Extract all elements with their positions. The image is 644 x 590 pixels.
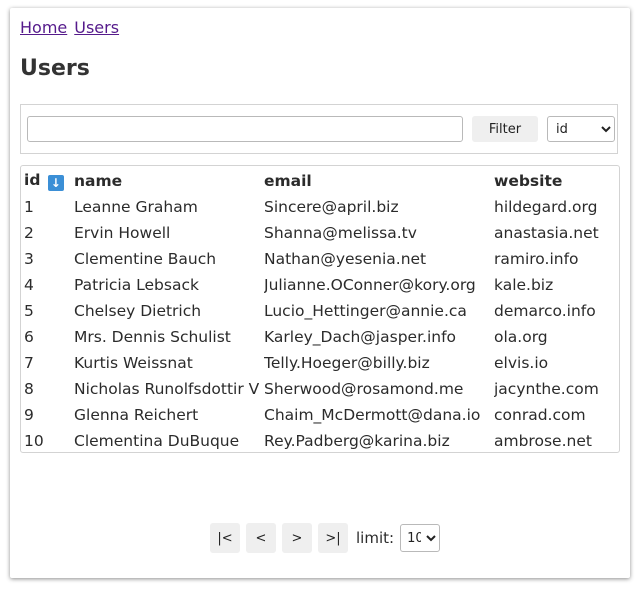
table-row: 6 Mrs. Dennis Schulist Karley_Dach@jasper.… [24,324,614,350]
cell-email: Telly.Hoeger@billy.biz [264,354,430,372]
table-header-row: id ↓ name email website [24,168,614,194]
prev-page-button[interactable]: < [246,523,276,553]
cell-id: 3 [24,250,34,268]
table-row: 3 Clementine Bauch Nathan@yesenia.net ramir… [24,246,614,272]
cell-website: kale.biz [494,276,554,294]
table-row: 1 Leanne Graham Sincere@april.biz hildegard… [24,194,614,220]
breadcrumb-home-link[interactable]: Home [20,18,67,37]
cell-email: Sincere@april.biz [264,198,399,216]
page-title: Users [20,56,90,81]
table-body: 1 Leanne Graham Sincere@april.biz hildegard… [24,194,614,454]
cell-website: demarco.info [494,302,596,320]
table-row: 9 Glenna Reichert Chaim_McDermott@dana.io c… [24,402,614,428]
cell-website: ramiro.info [494,250,579,268]
pagination: |< < > >| limit: 10 [210,523,441,553]
table-row: 8 Nicholas Runolfsdottir V Sherwood@rosamo… [24,376,614,402]
table-row: 7 Kurtis Weissnat Telly.Hoeger@billy.biz el… [24,350,614,376]
cell-id: 6 [24,328,34,346]
cell-id: 10 [24,432,44,450]
cell-name: Patricia Lebsack [74,276,199,294]
cell-name: Kurtis Weissnat [74,354,193,372]
cell-website: anastasia.net [494,224,599,242]
users-table-container: id ↓ name email website 1 Leanne Graham Si… [20,165,620,453]
cell-name: Nicholas Runolfsdottir V [74,380,260,398]
limit-label: limit: [356,529,395,547]
cell-website: conrad.com [494,406,586,424]
cell-email: Nathan@yesenia.net [264,250,427,268]
cell-id: 2 [24,224,34,242]
cell-name: Ervin Howell [74,224,171,242]
cell-id: 1 [24,198,34,216]
table-row: 10 Clementina DuBuque Rey.Padberg@karina.b… [24,428,614,454]
next-page-button[interactable]: > [282,523,312,553]
cell-name: Chelsey Dietrich [74,302,202,320]
column-header-email[interactable]: email [264,168,494,194]
breadcrumb: Home Users [20,18,126,37]
cell-name: Mrs. Dennis Schulist [74,328,231,346]
cell-website: elvis.io [494,354,549,372]
column-header-id[interactable]: id ↓ [24,168,74,194]
cell-id: 7 [24,354,34,372]
filter-field-select[interactable]: id [547,116,615,142]
cell-email: Chaim_McDermott@dana.io [264,406,481,424]
cell-id: 9 [24,406,34,424]
column-header-website[interactable]: website [494,168,614,194]
filter-button[interactable]: Filter [472,116,538,142]
cell-website: ola.org [494,328,548,346]
column-header-name[interactable]: name [74,168,264,194]
filter-input[interactable] [27,116,463,142]
cell-id: 5 [24,302,34,320]
cell-email: Sherwood@rosamond.me [264,380,464,398]
cell-name: Glenna Reichert [74,406,199,424]
table-row: 2 Ervin Howell Shanna@melissa.tv anastasia.… [24,220,614,246]
last-page-button[interactable]: >| [318,523,348,553]
cell-website: jacynthe.com [494,380,599,398]
cell-name: Leanne Graham [74,198,198,216]
cell-email: Lucio_Hettinger@annie.ca [264,302,467,320]
cell-website: ambrose.net [494,432,592,450]
cell-id: 8 [24,380,34,398]
cell-email: Rey.Padberg@karina.biz [264,432,450,450]
cell-email: Julianne.OConner@kory.org [264,276,476,294]
first-page-button[interactable]: |< [210,523,240,553]
cell-name: Clementine Bauch [74,250,217,268]
cell-email: Karley_Dach@jasper.info [264,328,457,346]
column-header-label: id [24,171,41,189]
cell-name: Clementina DuBuque [74,432,240,450]
arrow-down-icon[interactable]: ↓ [47,175,64,191]
cell-id: 4 [24,276,34,294]
table-row: 4 Patricia Lebsack Julianne.OConner@kory.o… [24,272,614,298]
limit-select[interactable]: 10 [400,524,441,552]
users-panel: Home Users Users Filter id id ↓ name emai… [10,8,630,578]
breadcrumb-users-link[interactable]: Users [74,18,119,37]
cell-email: Shanna@melissa.tv [264,224,417,242]
users-table: id ↓ name email website 1 Leanne Graham Si… [24,168,614,454]
cell-website: hildegard.org [494,198,598,216]
filter-bar: Filter id [20,104,618,154]
table-row: 5 Chelsey Dietrich Lucio_Hettinger@annie.c… [24,298,614,324]
